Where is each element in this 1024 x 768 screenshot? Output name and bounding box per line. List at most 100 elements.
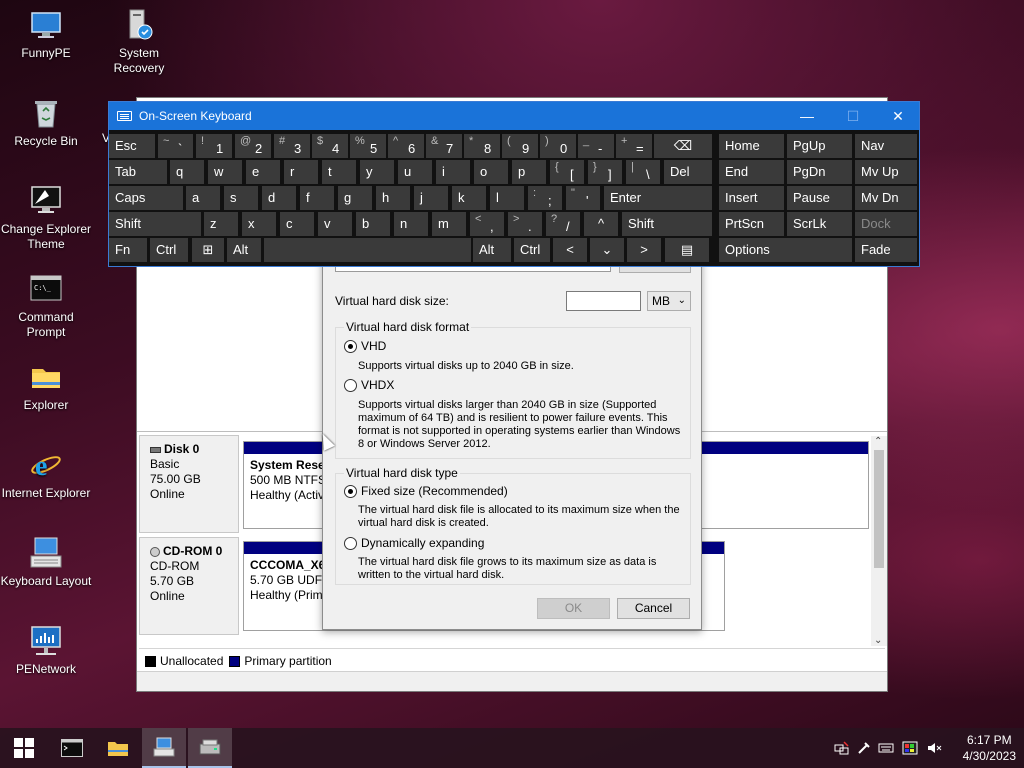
key-prtscn[interactable]: PrtScn xyxy=(719,212,784,236)
key-symbol[interactable]: < xyxy=(553,238,587,262)
key-symbol[interactable]: + = xyxy=(616,134,652,158)
key-tab[interactable]: Tab xyxy=(109,160,167,184)
key-y[interactable]: y xyxy=(360,160,394,184)
key-o[interactable]: o xyxy=(474,160,508,184)
key-end[interactable]: End xyxy=(719,160,784,184)
key-fn[interactable]: Fn xyxy=(109,238,147,262)
key-caps[interactable]: Caps xyxy=(109,186,183,210)
desktop-icon-keyboard-layout[interactable]: Keyboard Layout xyxy=(0,536,92,589)
key-w[interactable]: w xyxy=(208,160,242,184)
dynamic-radio[interactable]: Dynamically expanding xyxy=(344,536,484,550)
key-options[interactable]: Options xyxy=(719,238,852,262)
key-symbol[interactable]: ~ ` xyxy=(158,134,193,158)
key-a[interactable]: a xyxy=(186,186,220,210)
key-7[interactable]: & 7 xyxy=(426,134,462,158)
desktop-icon-explorer[interactable]: Explorer xyxy=(0,360,92,413)
desktop-icon-system-recovery[interactable]: System Recovery xyxy=(93,8,185,76)
taskbar-explorer[interactable] xyxy=(96,728,140,768)
key-x[interactable]: x xyxy=(242,212,276,236)
size-unit-select[interactable]: MB ⌄ xyxy=(647,291,691,311)
key-symbol[interactable]: ⌄ xyxy=(590,238,624,262)
key-s[interactable]: s xyxy=(224,186,258,210)
key-u[interactable]: u xyxy=(398,160,432,184)
key-ctrl[interactable]: Ctrl xyxy=(150,238,188,262)
key-insert[interactable]: Insert xyxy=(719,186,784,210)
key-9[interactable]: (9 xyxy=(502,134,538,158)
key-dock[interactable]: Dock xyxy=(855,212,917,236)
key-d[interactable]: d xyxy=(262,186,296,210)
key-symbol[interactable]: <, xyxy=(470,212,504,236)
key-j[interactable]: j xyxy=(414,186,448,210)
key-symbol[interactable]: ⌫ xyxy=(654,134,712,158)
key-i[interactable]: i xyxy=(436,160,470,184)
key-3[interactable]: #3 xyxy=(274,134,310,158)
key-m[interactable]: m xyxy=(432,212,466,236)
taskbar-clock[interactable]: 6:17 PM 4/30/2023 xyxy=(963,732,1016,764)
key-6[interactable]: ^ 6 xyxy=(388,134,424,158)
key-4[interactable]: $4 xyxy=(312,134,348,158)
key-f[interactable]: f xyxy=(300,186,334,210)
key-e[interactable]: e xyxy=(246,160,280,184)
desktop-icon-recycle-bin[interactable]: Recycle Bin xyxy=(0,96,92,149)
fixed-size-radio[interactable]: Fixed size (Recommended) xyxy=(344,484,508,498)
maximize-button[interactable]: ☐ xyxy=(830,102,876,130)
desktop-icon-penetwork[interactable]: PENetwork xyxy=(0,624,92,677)
key-symbol[interactable]: ? / xyxy=(546,212,580,236)
desktop-icon-command-prompt[interactable]: C:\_ Command Prompt xyxy=(0,272,92,340)
vhd-size-input[interactable] xyxy=(566,291,641,311)
start-button[interactable] xyxy=(2,728,46,768)
key-symbol[interactable]: > xyxy=(627,238,661,262)
desktop-icon-internet-explorer[interactable]: e Internet Explorer xyxy=(0,448,92,501)
key-pgdn[interactable]: PgDn xyxy=(787,160,852,184)
key-symbol[interactable]: ▤ xyxy=(665,238,709,262)
key-shift[interactable]: Shift xyxy=(109,212,201,236)
key-0[interactable]: ) 0 xyxy=(540,134,576,158)
osk-titlebar[interactable]: On-Screen Keyboard — ☐ ✕ xyxy=(109,102,919,130)
key-symbol[interactable]: | \ xyxy=(626,160,660,184)
key-home[interactable]: Home xyxy=(719,134,784,158)
scrollbar-thumb[interactable] xyxy=(874,450,884,568)
tray-volume-muted-icon[interactable] xyxy=(926,740,942,756)
key-h[interactable]: h xyxy=(376,186,410,210)
key-blank[interactable] xyxy=(264,238,471,262)
key-ctrl[interactable]: Ctrl xyxy=(514,238,550,262)
key-t[interactable]: t xyxy=(322,160,356,184)
vhdx-radio[interactable]: VHDX xyxy=(344,378,394,392)
key-esc[interactable]: Esc xyxy=(109,134,155,158)
key-shift[interactable]: Shift xyxy=(622,212,712,236)
taskbar-command-prompt[interactable] xyxy=(50,728,94,768)
key-r[interactable]: r xyxy=(284,160,318,184)
key-nav[interactable]: Nav xyxy=(855,134,917,158)
key-symbol[interactable]: >. xyxy=(508,212,542,236)
minimize-button[interactable]: — xyxy=(784,102,830,130)
key-l[interactable]: l xyxy=(490,186,524,210)
tray-color-icon[interactable] xyxy=(902,740,918,756)
key-1[interactable]: ! 1 xyxy=(196,134,232,158)
taskbar-disk-management[interactable] xyxy=(188,728,232,768)
key-symbol[interactable]: :; xyxy=(528,186,562,210)
taskbar-on-screen-keyboard[interactable] xyxy=(142,728,186,768)
key-symbol[interactable]: ^ xyxy=(584,212,618,236)
key-pgup[interactable]: PgUp xyxy=(787,134,852,158)
key-symbol[interactable]: _ - xyxy=(578,134,614,158)
ok-button[interactable]: OK xyxy=(537,598,610,619)
key-v[interactable]: v xyxy=(318,212,352,236)
key-del[interactable]: Del xyxy=(664,160,712,184)
key-2[interactable]: @2 xyxy=(235,134,271,158)
key-symbol[interactable]: " ' xyxy=(566,186,600,210)
key-p[interactable]: p xyxy=(512,160,546,184)
scroll-up-icon[interactable]: ⌃ xyxy=(874,436,882,447)
close-button[interactable]: ✕ xyxy=(875,102,921,130)
key-g[interactable]: g xyxy=(338,186,372,210)
desktop-icon-funnype[interactable]: FunnyPE xyxy=(0,8,92,61)
key-5[interactable]: % 5 xyxy=(350,134,386,158)
key-b[interactable]: b xyxy=(356,212,390,236)
vhd-radio[interactable]: VHD xyxy=(344,339,386,353)
tray-tools-icon[interactable] xyxy=(856,740,872,756)
disk-label[interactable]: CD-ROM 0 CD-ROM 5.70 GB Online xyxy=(139,537,239,635)
scroll-down-icon[interactable]: ⌄ xyxy=(874,635,882,646)
desktop-icon-change-explorer-theme[interactable]: Change Explorer Theme xyxy=(0,184,92,252)
key-enter[interactable]: Enter xyxy=(604,186,712,210)
key-pause[interactable]: Pause xyxy=(787,186,852,210)
key-n[interactable]: n xyxy=(394,212,428,236)
